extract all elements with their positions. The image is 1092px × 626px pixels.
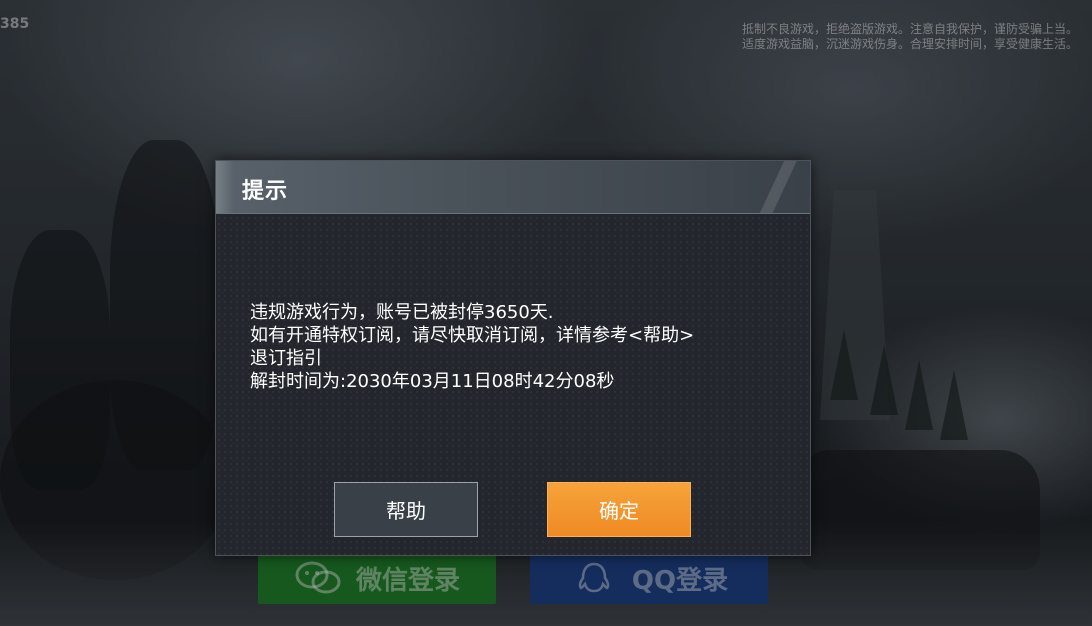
unban-time-text: 解封时间为:2030年03月11日08时42分08秒 [250,371,615,392]
confirm-button[interactable]: 确定 [547,482,691,537]
unsubscribe-guide-text: 退订指引 [250,348,322,369]
dialog-header: 提示 [216,161,810,214]
help-button[interactable]: 帮助 [334,482,478,537]
subscription-notice-text: 如有开通特权订阅，请尽快取消订阅，详情参考<帮助> [250,325,695,346]
dialog-message: 违规游戏行为，账号已被封停3650天. 如有开通特权订阅，请尽快取消订阅，详情参… [250,301,790,393]
ban-notice-dialog: 提示 违规游戏行为，账号已被封停3650天. 如有开通特权订阅，请尽快取消订阅，… [215,160,811,556]
ban-duration-text: 违规游戏行为，账号已被封停3650天. [250,302,554,323]
dialog-title: 提示 [242,179,289,204]
